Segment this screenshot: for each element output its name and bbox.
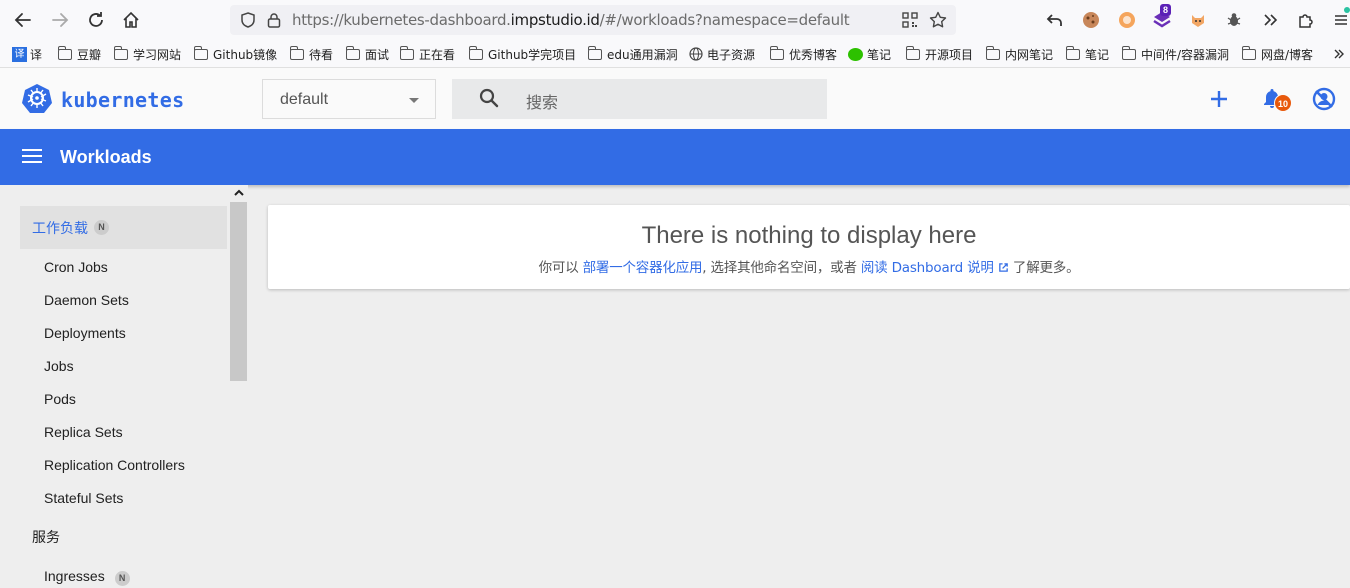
search-input[interactable]: 搜索 xyxy=(452,79,827,119)
folder-icon xyxy=(587,45,602,60)
sidebar-item-replication-controllers[interactable]: Replication Controllers xyxy=(44,457,185,473)
fox-extension-icon[interactable] xyxy=(1187,9,1209,31)
logo-text[interactable]: kubernetes xyxy=(61,88,184,112)
page-title: Workloads xyxy=(60,147,152,167)
sidebar-section-label: 工作负载 xyxy=(32,219,88,236)
bookmark-item[interactable]: 内网笔记 xyxy=(985,45,1053,63)
lock-icon[interactable] xyxy=(267,12,281,33)
globe-icon xyxy=(689,47,703,61)
bookmark-item[interactable]: 笔记 xyxy=(848,45,891,63)
home-icon[interactable] xyxy=(119,8,143,32)
chevron-down-icon xyxy=(409,98,419,103)
bookmark-item[interactable]: 笔记 xyxy=(1065,45,1109,63)
page-toolbar: Workloads xyxy=(0,129,1350,185)
bookmark-item[interactable]: 译译 xyxy=(12,45,32,63)
notifications-bell-icon[interactable]: 10 xyxy=(1262,87,1294,113)
bookmark-item[interactable]: 开源项目 xyxy=(905,45,973,63)
shield-icon[interactable] xyxy=(240,12,256,33)
hamburger-menu-icon[interactable] xyxy=(22,149,42,165)
extension-badge: 8 xyxy=(1160,4,1172,16)
folder-icon xyxy=(1121,45,1136,60)
bug-extension-icon[interactable] xyxy=(1223,9,1245,31)
folder-icon xyxy=(113,45,128,60)
folder-icon xyxy=(468,45,483,60)
scroll-up-icon[interactable] xyxy=(233,186,245,198)
bookmark-item[interactable]: Github镜像 xyxy=(193,45,277,63)
create-plus-icon[interactable] xyxy=(1208,88,1230,115)
namespaced-badge: N xyxy=(114,571,130,586)
bookmark-star-icon[interactable] xyxy=(929,11,947,34)
cookie-extension-icon[interactable] xyxy=(1080,9,1102,31)
forward-icon[interactable] xyxy=(48,8,72,32)
bookmarks-bar: 译译 译 豆瓣 学习网站 Github镜像 待看 面试 正在看 Github学完… xyxy=(0,40,1350,68)
folder-icon xyxy=(345,45,360,60)
dashboard-docs-link[interactable]: 阅读 Dashboard 说明 xyxy=(861,260,1009,276)
bookmark-item[interactable]: edu通用漏洞 xyxy=(587,45,678,63)
back-icon[interactable] xyxy=(11,8,35,32)
namespace-value: default xyxy=(280,91,329,108)
empty-state-message: 你可以 部署一个容器化应用, 选择其他命名空间，或者 阅读 Dashboard … xyxy=(538,260,1080,276)
empty-state-title: There is nothing to display here xyxy=(641,222,977,249)
folder-icon xyxy=(905,45,920,60)
sidebar-section-workloads[interactable]: 工作负载 N xyxy=(20,206,227,249)
no-access-user-icon[interactable] xyxy=(1312,87,1336,116)
sidebar-item-cron-jobs[interactable]: Cron Jobs xyxy=(44,259,108,275)
hackbar-extension-icon[interactable]: 8 xyxy=(1151,4,1173,31)
wechat-icon xyxy=(848,47,863,61)
search-icon xyxy=(478,87,500,114)
bookmark-item[interactable]: 学习网站 xyxy=(113,45,181,63)
namespace-select[interactable]: default xyxy=(262,79,436,119)
undo-icon[interactable] xyxy=(1044,9,1066,31)
sidebar-item-stateful-sets[interactable]: Stateful Sets xyxy=(44,490,123,506)
bookmark-item[interactable]: 待看 xyxy=(289,45,333,63)
folder-icon xyxy=(769,45,784,60)
folder-icon xyxy=(193,45,208,60)
browser-toolbar: https://kubernetes-dashboard.impstudio.i… xyxy=(0,0,1350,40)
namespaced-badge: N xyxy=(94,220,109,235)
bookmark-item[interactable]: 网盘/博客 xyxy=(1241,45,1313,63)
sidebar-item-ingresses[interactable]: Ingresses N xyxy=(44,568,130,586)
menu-icon[interactable] xyxy=(1330,7,1350,31)
sidebar-item-jobs[interactable]: Jobs xyxy=(44,358,74,374)
overflow-chevrons-icon[interactable] xyxy=(1259,9,1281,31)
url-text: https://kubernetes-dashboard.impstudio.i… xyxy=(292,11,850,29)
folder-icon xyxy=(399,45,414,60)
bookmark-item[interactable]: 豆瓣 xyxy=(57,45,101,63)
sidebar-item-replica-sets[interactable]: Replica Sets xyxy=(44,424,123,440)
scrollbar-thumb[interactable] xyxy=(230,202,247,381)
folder-icon xyxy=(1065,45,1080,60)
reload-icon[interactable] xyxy=(84,8,108,32)
sidebar-item-deployments[interactable]: Deployments xyxy=(44,325,126,341)
sidebar-section-services[interactable]: 服务 xyxy=(20,515,227,558)
deploy-app-link[interactable]: 部署一个容器化应用 xyxy=(583,260,703,276)
address-bar[interactable]: https://kubernetes-dashboard.impstudio.i… xyxy=(230,5,956,35)
folder-icon xyxy=(985,45,1000,60)
external-link-icon xyxy=(998,263,1008,272)
app-header: kubernetes default 搜索 10 xyxy=(0,68,1350,129)
bookmark-item[interactable]: 面试 xyxy=(345,45,389,63)
sidebar: 工作负载 N Cron Jobs Daemon Sets Deployments… xyxy=(0,185,248,588)
empty-state-card: There is nothing to display here 你可以 部署一… xyxy=(268,205,1350,289)
bookmark-item[interactable]: 优秀博客 xyxy=(769,45,837,63)
notification-count-badge: 10 xyxy=(1274,94,1292,112)
bookmark-item[interactable]: 正在看 xyxy=(399,45,455,63)
extensions-puzzle-icon[interactable] xyxy=(1295,9,1317,31)
folder-icon xyxy=(1241,45,1256,60)
bookmark-item[interactable]: 中间件/容器漏洞 xyxy=(1121,45,1229,63)
sidebar-item-daemon-sets[interactable]: Daemon Sets xyxy=(44,292,129,308)
search-placeholder: 搜索 xyxy=(526,95,559,112)
sidebar-item-pods[interactable]: Pods xyxy=(44,391,76,407)
bookmarks-overflow-icon[interactable] xyxy=(1333,45,1345,63)
folder-icon xyxy=(57,45,72,60)
sidebar-section-label: 服务 xyxy=(32,528,60,545)
translate-icon: 译 xyxy=(12,46,27,62)
bookmark-item[interactable]: 译 xyxy=(30,45,42,63)
proxy-extension-icon[interactable] xyxy=(1116,9,1138,31)
bookmark-item[interactable]: Github学完项目 xyxy=(468,45,576,63)
kubernetes-logo-icon[interactable] xyxy=(22,83,52,118)
qr-code-icon[interactable] xyxy=(902,12,918,33)
folder-icon xyxy=(289,45,304,60)
update-dot-icon xyxy=(1344,7,1350,13)
bookmark-item[interactable]: 电子资源 xyxy=(689,45,755,63)
